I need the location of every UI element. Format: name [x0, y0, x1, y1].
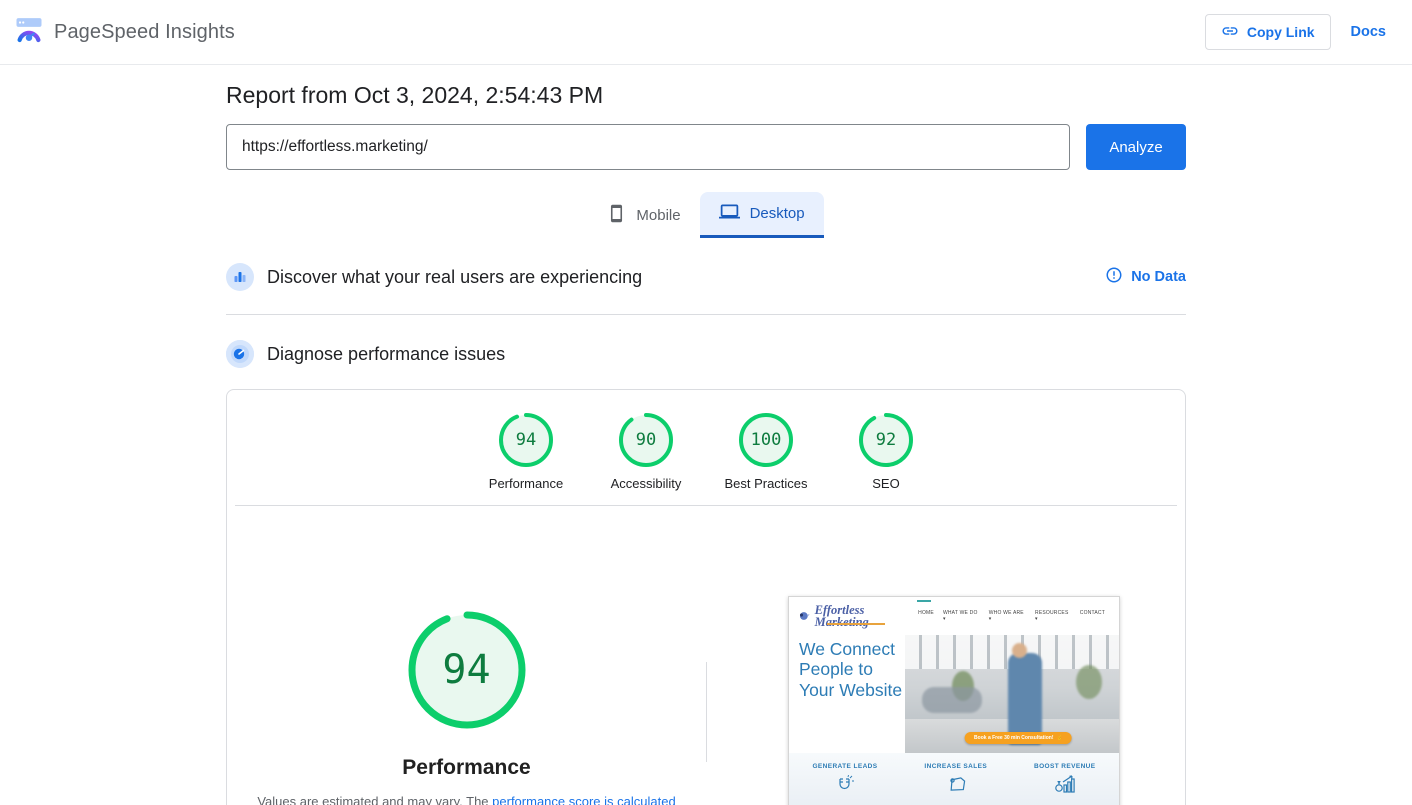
thumb-cta-label: Book a Free 30 min Consultation!: [974, 735, 1053, 741]
disclaimer-prefix: Values are estimated and may vary. The: [257, 794, 492, 805]
thumb-feature-sales-label: INCREASE SALES: [924, 763, 987, 770]
gauge-seo[interactable]: 92 SEO: [826, 412, 946, 491]
thumb-site-nav: HOME WHAT WE DO ▾ WHO WE ARE ▾ RESOURCES…: [918, 610, 1109, 622]
thumb-nav-resources: RESOURCES ▾: [1035, 610, 1071, 622]
performance-gauge-ring: 94: [498, 412, 554, 468]
seo-label: SEO: [872, 476, 899, 491]
thumb-nav-who-we-are: WHO WE ARE ▾: [989, 610, 1026, 622]
diagnose-section: Diagnose performance issues: [226, 331, 1186, 377]
report-title: Report from Oct 3, 2024, 2:54:43 PM: [226, 82, 1186, 109]
performance-score: 94: [498, 412, 554, 468]
thumb-features: GENERATE LEADS INCREASE SALES: [789, 753, 1119, 805]
device-tabs: Mobile Desktop: [226, 192, 1186, 238]
app-header: PageSpeed Insights Copy Link Docs: [0, 0, 1412, 65]
pointer-hand-icon: ☝: [1057, 735, 1063, 741]
tab-mobile[interactable]: Mobile: [588, 192, 699, 238]
performance-score-link[interactable]: performance score is calculated: [492, 794, 676, 805]
gauge-performance[interactable]: 94 Performance: [466, 412, 586, 491]
revenue-chart-icon: [1054, 775, 1076, 793]
main-content: Report from Oct 3, 2024, 2:54:43 PM Anal…: [226, 82, 1186, 805]
field-data-title: Discover what your real users are experi…: [267, 267, 642, 288]
thumb-hero-photo: Book a Free 30 min Consultation! ☝: [905, 635, 1119, 753]
final-screenshot-thumbnail[interactable]: Effortless Marketing HOME WHAT WE DO ▾ W…: [788, 596, 1120, 805]
disclaimer-text: Values are estimated and may vary. The p…: [257, 794, 675, 805]
bar-chart-icon: [226, 263, 254, 291]
accessibility-gauge-ring: 90: [618, 412, 674, 468]
screenshot-pane: Effortless Marketing HOME WHAT WE DO ▾ W…: [707, 506, 1185, 805]
accessibility-label: Accessibility: [611, 476, 682, 491]
performance-summary: 94 Performance Values are estimated and …: [227, 506, 706, 805]
performance-detail: 94 Performance Values are estimated and …: [227, 506, 1185, 805]
laptop-icon: [719, 201, 740, 226]
thumb-cta-button: Book a Free 30 min Consultation! ☝: [965, 732, 1072, 744]
url-row: Analyze: [226, 124, 1186, 170]
seo-gauge-ring: 92: [858, 412, 914, 468]
diagnose-title: Diagnose performance issues: [267, 344, 505, 365]
docs-link[interactable]: Docs: [1351, 24, 1386, 40]
smartphone-icon: [607, 204, 626, 227]
accessibility-score: 90: [618, 412, 674, 468]
thumb-site-header: Effortless Marketing HOME WHAT WE DO ▾ W…: [789, 597, 1119, 635]
copy-link-button[interactable]: Copy Link: [1205, 14, 1331, 50]
info-icon: [1105, 266, 1123, 288]
big-performance-gauge: 94: [407, 610, 527, 730]
category-gauges: 94 Performance 90 Accessibility: [227, 390, 1185, 491]
gauge-best-practices[interactable]: 100 Best Practices: [706, 412, 826, 491]
link-icon: [1221, 22, 1239, 43]
thumb-feature-revenue-label: BOOST REVENUE: [1034, 763, 1096, 770]
thumb-feature-sales: INCREASE SALES: [924, 763, 987, 805]
thumb-headline: We Connect People to Your Website: [789, 635, 905, 753]
magnet-icon: [835, 775, 855, 793]
gauge-icon: [226, 340, 254, 368]
app-title: PageSpeed Insights: [54, 21, 235, 44]
tab-desktop[interactable]: Desktop: [700, 192, 824, 238]
tab-desktop-label: Desktop: [750, 205, 805, 222]
copy-link-label: Copy Link: [1247, 24, 1315, 40]
brand: PageSpeed Insights: [14, 15, 235, 50]
gauge-accessibility[interactable]: 90 Accessibility: [586, 412, 706, 491]
url-input[interactable]: [226, 124, 1070, 170]
tab-mobile-label: Mobile: [636, 207, 680, 224]
price-tag-icon: [945, 775, 967, 793]
big-performance-score: 94: [407, 610, 527, 730]
thumb-nav-contact: CONTACT: [1080, 610, 1105, 622]
thumb-feature-revenue: BOOST REVENUE: [1034, 763, 1096, 805]
thumb-nav-what-we-do: WHAT WE DO ▾: [943, 610, 980, 622]
no-data-badge[interactable]: No Data: [1105, 266, 1186, 288]
no-data-label: No Data: [1131, 269, 1186, 285]
seo-score: 92: [858, 412, 914, 468]
lighthouse-report-card: 94 Performance 90 Accessibility: [226, 389, 1186, 805]
thumb-feature-leads-label: GENERATE LEADS: [812, 763, 877, 770]
big-performance-label: Performance: [402, 756, 530, 780]
section-divider: [226, 314, 1186, 315]
best-practices-gauge-ring: 100: [738, 412, 794, 468]
thumb-hero: We Connect People to Your Website Book a…: [789, 635, 1119, 753]
pagespeed-logo-icon: [14, 15, 44, 50]
analyze-button[interactable]: Analyze: [1086, 124, 1186, 170]
thumb-feature-leads: GENERATE LEADS: [812, 763, 877, 805]
header-actions: Copy Link Docs: [1205, 14, 1386, 50]
bird-logo-icon: [799, 610, 811, 622]
performance-label: Performance: [489, 476, 563, 491]
field-data-section: Discover what your real users are experi…: [226, 254, 1186, 300]
thumb-logo-tagline: [827, 623, 885, 625]
best-practices-label: Best Practices: [724, 476, 807, 491]
best-practices-score: 100: [738, 412, 794, 468]
thumb-nav-home: HOME: [918, 610, 934, 622]
